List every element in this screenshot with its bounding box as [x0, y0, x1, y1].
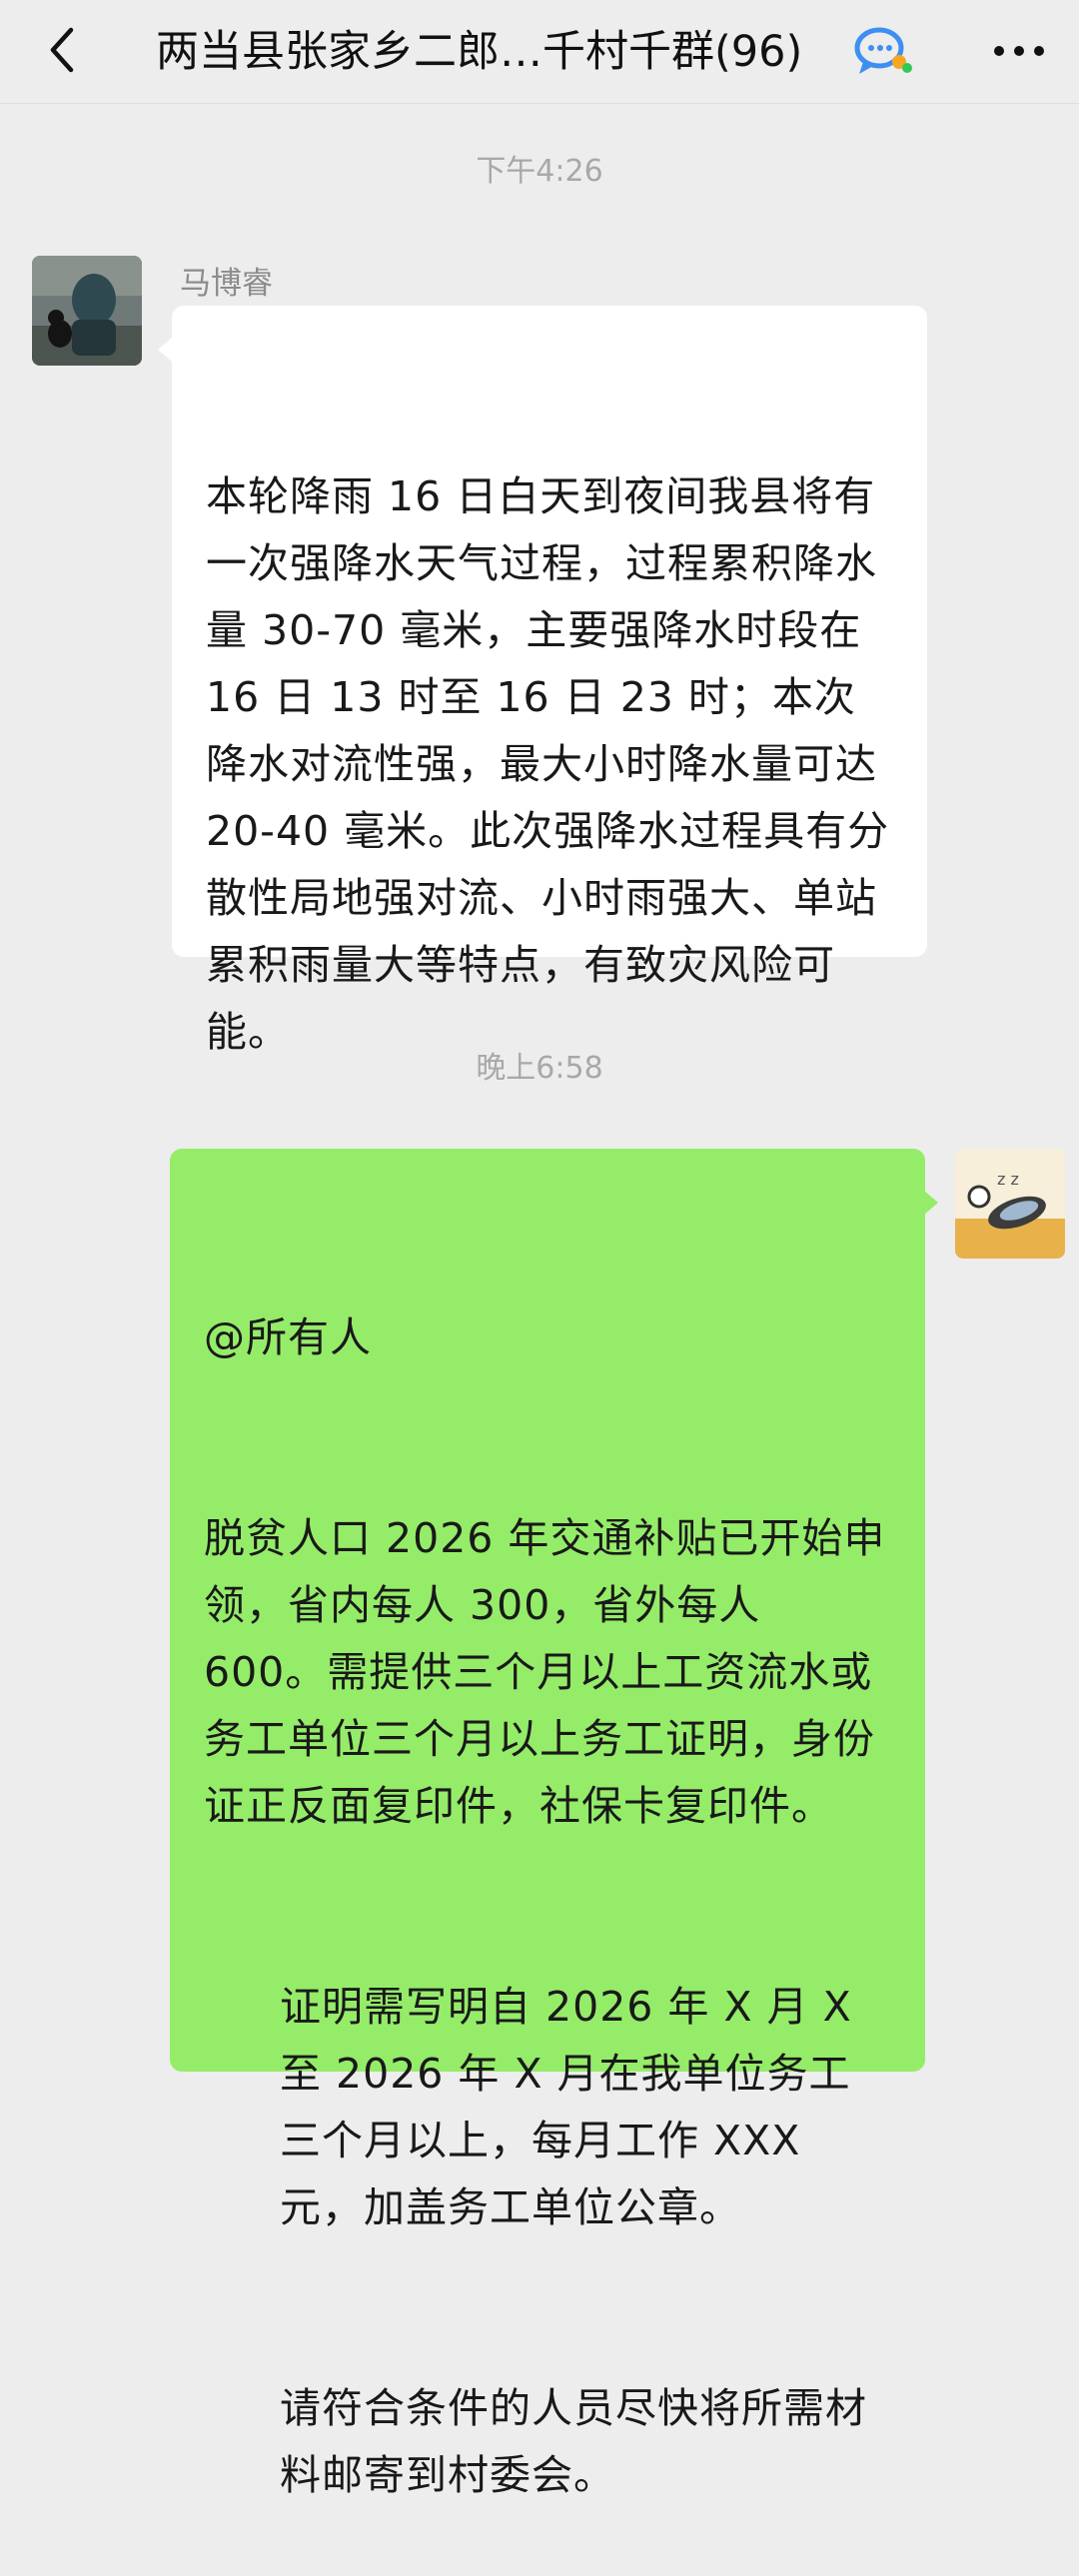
mention-all[interactable]: @所有人 — [204, 1304, 891, 1371]
more-dots-icon — [994, 46, 1044, 56]
group-chat-icon — [851, 22, 915, 82]
avatar-cartoon-icon: z z — [955, 1149, 1065, 1259]
message-bubble-incoming[interactable]: 本轮降雨 16 日白天到夜间我县将有一次强降水天气过程，过程累积降水量 30-7… — [172, 306, 927, 1056]
message-text: 本轮降雨 16 日白天到夜间我县将有一次强降水天气过程，过程累积降水量 30-7… — [206, 472, 890, 1056]
my-avatar[interactable]: z z — [955, 1149, 1065, 1259]
message-text: 脱贫人口 2026 年交通补贴已开始申领，省内每人 300，省外每人 600。需… — [204, 1514, 886, 1830]
sender-avatar[interactable] — [32, 256, 142, 366]
more-options-button[interactable] — [989, 26, 1049, 76]
message-text: 证明需写明自 2026 年 X 月 X 至 2026 年 X 月在我单位务工三个… — [280, 1983, 866, 2231]
bubble-tail — [158, 338, 172, 362]
message-timestamp: 晚上6:58 — [476, 1051, 603, 1086]
message-bubble-outgoing[interactable]: @所有人 脱贫人口 2026 年交通补贴已开始申领，省内每人 300，省外每人 … — [170, 1149, 925, 2499]
chat-title: 两当县张家乡二郎…千村千群(96) — [156, 27, 803, 77]
svg-text:z z: z z — [997, 1170, 1019, 1189]
bubble-tail — [924, 1191, 938, 1215]
chat-header: 两当县张家乡二郎…千村千群(96) — [0, 0, 1079, 104]
avatar-photo-icon — [32, 256, 142, 366]
back-button[interactable] — [34, 22, 90, 78]
message-text: 请符合条件的人员尽快将所需材料邮寄到村委会。 — [280, 2384, 867, 2499]
chevron-left-icon — [50, 27, 74, 73]
message-timestamp: 下午4:26 — [476, 154, 603, 189]
sender-name: 马博睿 — [180, 266, 273, 302]
